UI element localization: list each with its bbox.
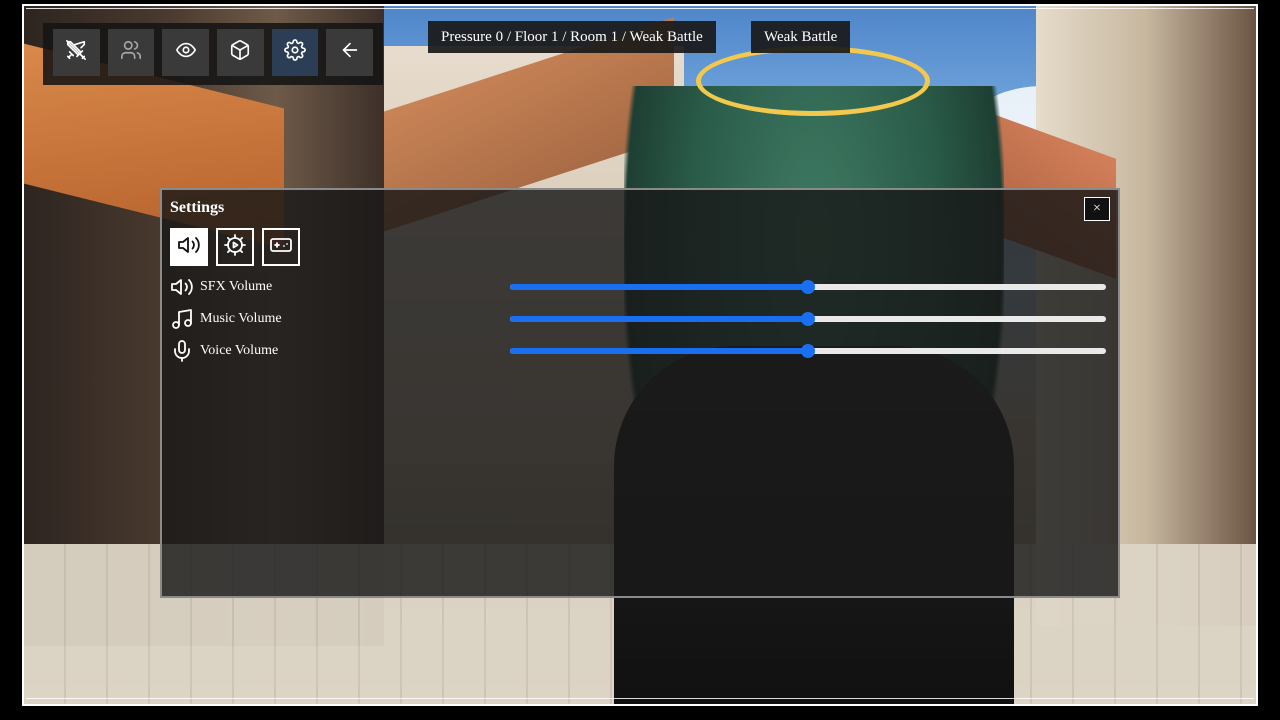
gear-play-icon (223, 233, 247, 262)
slider-thumb[interactable] (801, 344, 815, 358)
gamepad-icon (269, 233, 293, 262)
tab-audio[interactable] (170, 228, 208, 266)
microphone-icon (170, 339, 194, 363)
character-halo (696, 46, 930, 116)
settings-button[interactable] (271, 29, 319, 76)
settings-title: Settings (170, 199, 225, 216)
slider-fill (510, 348, 808, 354)
music-volume-slider[interactable] (510, 312, 1106, 326)
inventory-button[interactable] (217, 29, 264, 76)
slider-fill (510, 284, 808, 290)
slider-thumb[interactable] (801, 280, 815, 294)
run-path-label: Pressure 0 / Floor 1 / Room 1 / Weak Bat… (428, 21, 716, 53)
close-button[interactable]: × (1084, 197, 1110, 221)
settings-tabs (170, 228, 300, 266)
main-toolbar (43, 23, 383, 85)
speaker-icon (177, 233, 201, 262)
users-icon (120, 39, 142, 66)
swords-off-icon (65, 39, 87, 66)
party-button[interactable] (107, 29, 155, 76)
view-button[interactable] (162, 29, 210, 76)
sfx-volume-slider[interactable] (510, 280, 1106, 294)
music-note-icon (170, 307, 194, 331)
voice-volume-slider[interactable] (510, 344, 1106, 358)
music-volume-label: Music Volume (200, 311, 282, 326)
slider-fill (510, 316, 808, 322)
gear-icon (284, 39, 306, 66)
tab-controls[interactable] (262, 228, 300, 266)
frame-line (26, 8, 1254, 9)
eye-icon (175, 39, 197, 66)
battle-button[interactable] (53, 29, 100, 76)
voice-volume-row: Voice Volume (170, 337, 1110, 365)
music-volume-row: Music Volume (170, 305, 1110, 333)
speaker-icon (170, 275, 194, 299)
slider-thumb[interactable] (801, 312, 815, 326)
settings-panel: Settings × SFX Volume Music Volume Voice… (160, 188, 1120, 598)
sfx-volume-row: SFX Volume (170, 273, 1110, 301)
arrow-left-icon (339, 39, 361, 66)
tab-general[interactable] (216, 228, 254, 266)
box-icon (229, 39, 251, 66)
back-button[interactable] (326, 29, 374, 76)
voice-volume-label: Voice Volume (200, 343, 279, 358)
encounter-label: Weak Battle (751, 21, 851, 53)
frame-line (26, 698, 1254, 699)
sfx-volume-label: SFX Volume (200, 279, 273, 294)
